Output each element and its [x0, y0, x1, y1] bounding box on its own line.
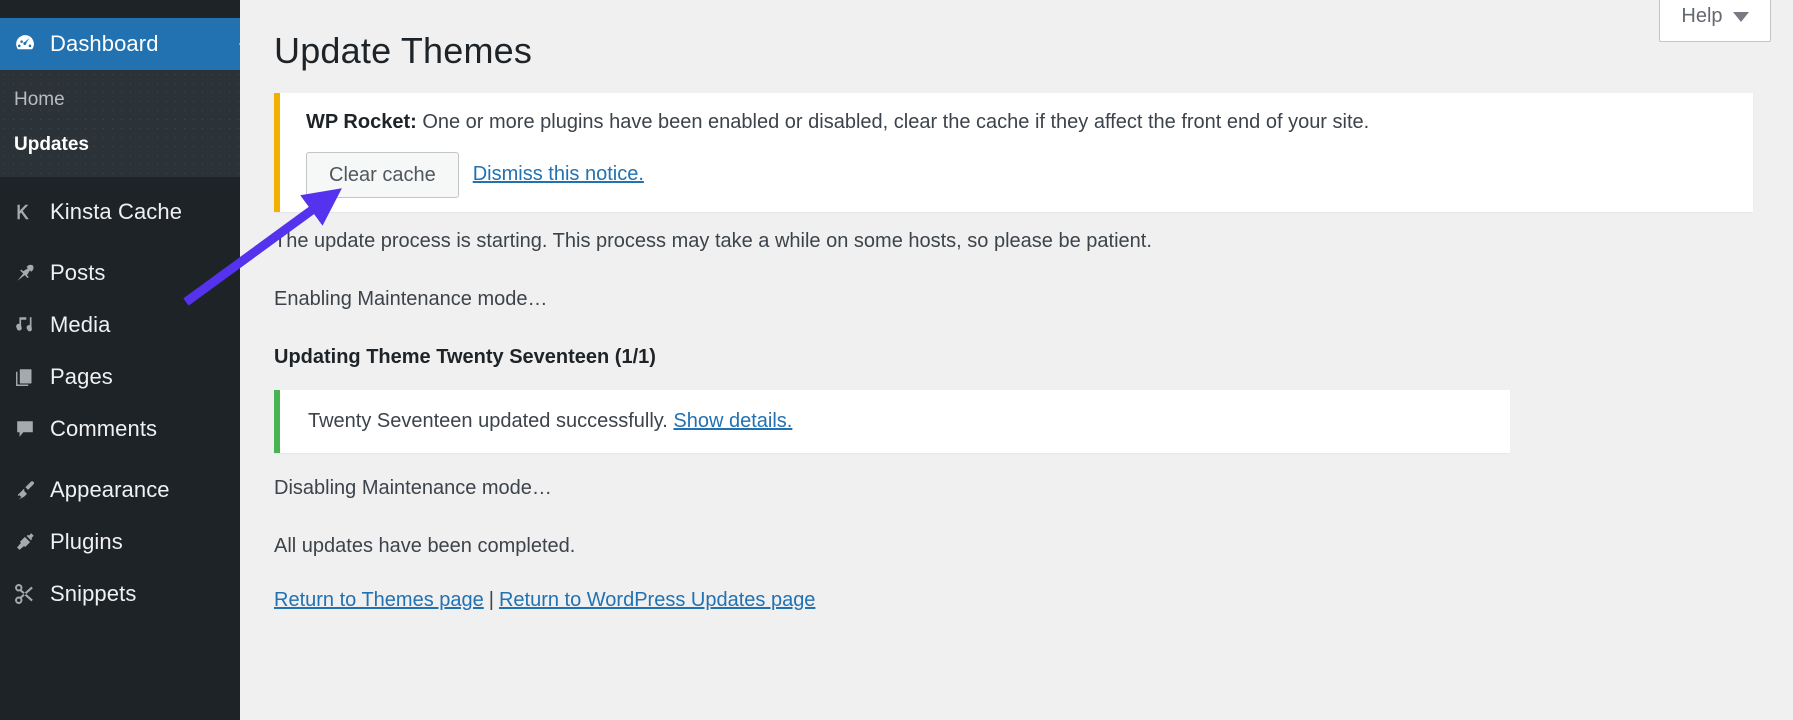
sidebar-item-label: Kinsta Cache [50, 199, 183, 224]
log-enabling-maintenance: Enabling Maintenance mode… [274, 287, 548, 310]
media-icon [12, 312, 50, 338]
clear-cache-button[interactable]: Clear cache [306, 151, 459, 198]
help-tab-button[interactable]: Help [1659, 0, 1771, 42]
chevron-down-icon [1732, 11, 1749, 22]
sidebar-item-label: Appearance [50, 477, 170, 502]
sidebar-item-posts[interactable]: Posts [0, 247, 240, 299]
sidebar-item-kinsta-cache[interactable]: Kinsta Cache [0, 186, 240, 238]
menu-separator [0, 455, 240, 464]
sidebar-subitem-label: Updates [14, 133, 89, 155]
sidebar-subitem-label: Home [14, 89, 65, 110]
pin-icon [12, 260, 50, 286]
sidebar-item-label: Pages [50, 364, 113, 389]
sidebar-item-comments[interactable]: Comments [0, 403, 240, 455]
scissors-icon [12, 581, 50, 607]
main-content: Help Update Themes WP Rocket: One or mor… [240, 0, 1793, 720]
dashboard-icon [12, 31, 50, 57]
link-separator: | [488, 588, 494, 611]
pages-icon [12, 364, 50, 390]
wp-rocket-notice-text: WP Rocket: One or more plugins have been… [306, 107, 1741, 138]
admin-bar-strip [0, 0, 240, 18]
log-all-completed: All updates have been completed. [274, 534, 576, 557]
menu-separator [0, 238, 240, 247]
wp-admin-screen: Dashboard Home Updates Kinsta Cache Post… [0, 0, 1793, 720]
sidebar-subitem-updates[interactable]: Updates [0, 123, 240, 168]
success-message: Twenty Seventeen updated successfully. [308, 409, 674, 432]
success-notice-text: Twenty Seventeen updated successfully. S… [308, 410, 1498, 433]
sidebar-item-plugins[interactable]: Plugins [0, 516, 240, 568]
sidebar-subitem-home[interactable]: Home [0, 78, 240, 123]
help-tab-label: Help [1681, 5, 1723, 27]
sidebar-item-label: Posts [50, 260, 106, 285]
return-to-themes-page-link[interactable]: Return to Themes page [274, 589, 484, 611]
log-updating-theme: Updating Theme Twenty Seventeen (1/1) [274, 345, 656, 368]
kinsta-k-icon [12, 200, 50, 224]
footer-links: Return to Themes page | Return to WordPres… [274, 575, 1773, 612]
show-details-link[interactable]: Show details. [673, 410, 792, 432]
return-to-wordpress-updates-page-link[interactable]: Return to WordPress Updates page [499, 589, 815, 611]
sidebar-item-label: Snippets [50, 581, 137, 606]
plug-icon [12, 529, 50, 555]
sidebar-item-snippets[interactable]: Snippets [0, 568, 240, 620]
sidebar-item-appearance[interactable]: Appearance [0, 464, 240, 516]
dashboard-submenu: Home Updates [0, 70, 240, 177]
sidebar-item-label: Comments [50, 416, 158, 441]
dismiss-notice-link[interactable]: Dismiss this notice. [473, 163, 644, 186]
comment-bubble-icon [12, 416, 50, 442]
sidebar-item-pages[interactable]: Pages [0, 351, 240, 403]
paintbrush-icon [12, 477, 50, 503]
menu-separator [0, 177, 240, 186]
theme-update-success-notice: Twenty Seventeen updated successfully. S… [274, 389, 1510, 453]
wp-rocket-plugin-name: WP Rocket: [306, 110, 417, 133]
log-disabling-maintenance: Disabling Maintenance mode… [274, 476, 552, 499]
log-update-starting: The update process is starting. This pro… [274, 229, 1152, 252]
sidebar-item-media[interactable]: Media [0, 299, 240, 351]
wp-rocket-notice-actions: Clear cache Dismiss this notice. [306, 151, 1741, 198]
sidebar-item-label: Plugins [50, 529, 123, 554]
page-title: Update Themes [274, 30, 533, 71]
wp-rocket-notice: WP Rocket: One or more plugins have been… [274, 92, 1753, 212]
sidebar-item-dashboard[interactable]: Dashboard [0, 18, 240, 70]
wp-rocket-notice-message: One or more plugins have been enabled or… [416, 110, 1370, 133]
sidebar-item-label: Dashboard [50, 31, 159, 56]
sidebar-item-label: Media [50, 312, 111, 337]
admin-sidebar: Dashboard Home Updates Kinsta Cache Post… [0, 0, 240, 720]
